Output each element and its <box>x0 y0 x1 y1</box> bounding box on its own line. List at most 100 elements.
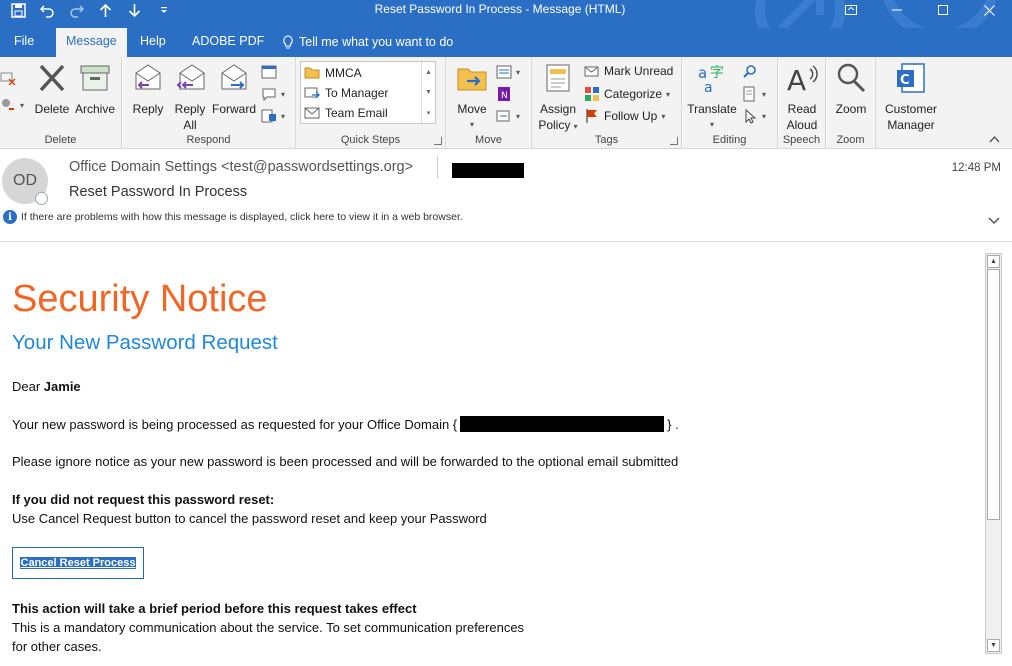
reply-all-icon <box>176 64 205 90</box>
tell-me-search[interactable]: Tell me what you want to do <box>274 28 461 57</box>
assign-policy-button[interactable]: Assign Policy ▾ <box>536 61 580 135</box>
quick-step-mmca[interactable]: MMCA <box>301 63 421 83</box>
quick-step-to-manager[interactable]: To Manager <box>301 83 421 103</box>
zoom-button[interactable]: Zoom <box>829 61 873 117</box>
reply-all-label-line2: All <box>183 118 197 132</box>
reply-icon <box>135 64 161 90</box>
related-icon <box>743 86 755 102</box>
message-header: OD Office Domain Settings <test@password… <box>0 150 1012 242</box>
tab-file[interactable]: File <box>6 28 42 57</box>
actions-button[interactable]: ▾ <box>496 106 520 126</box>
quick-steps-launcher-icon[interactable] <box>434 137 442 145</box>
processing-line-prefix: Your new password is being processed as … <box>12 417 458 432</box>
scroll-down-icon[interactable]: ▼ <box>987 639 1000 652</box>
related-button[interactable]: ▾ <box>742 84 766 104</box>
mark-unread-button[interactable]: Mark Unread <box>584 61 673 81</box>
archive-button[interactable]: Archive <box>73 61 117 117</box>
read-aloud-label-line1: Read <box>787 102 817 116</box>
read-aloud-button[interactable]: A Read Aloud <box>780 61 824 133</box>
meeting-icon <box>261 65 277 79</box>
svg-text:字: 字 <box>710 65 724 81</box>
collapse-ribbon-icon[interactable] <box>989 134 1000 146</box>
delete-group: ▾ Delete Archive Delete <box>0 57 122 149</box>
quick-steps-scroll[interactable]: ▲ ▼ ▾ <box>421 62 435 123</box>
cleanup-button[interactable]: ▾ <box>0 95 24 115</box>
tell-me-label: Tell me what you want to do <box>299 35 454 49</box>
follow-up-button[interactable]: Follow Up ▾ <box>584 106 665 126</box>
lightbulb-icon <box>283 35 293 49</box>
more-respond-button[interactable]: ▾ <box>261 106 285 126</box>
received-time: 12:48 PM <box>951 162 1001 174</box>
speech-group: A Read Aloud Speech <box>778 57 826 149</box>
subject: Reset Password In Process <box>69 184 248 200</box>
svg-text:N: N <box>501 91 508 101</box>
flag-icon <box>586 109 597 123</box>
folder-icon <box>304 67 320 79</box>
select-button[interactable]: ▾ <box>742 106 766 126</box>
im-button[interactable]: ▾ <box>261 84 285 104</box>
move-group-label: Move <box>475 134 502 146</box>
ignore-button[interactable] <box>0 67 16 87</box>
zoom-label: Zoom <box>835 102 867 116</box>
sender[interactable]: Office Domain Settings <test@passwordset… <box>69 159 413 175</box>
forward-mail-icon <box>304 87 320 99</box>
scroll-up-icon[interactable]: ▲ <box>987 255 1000 268</box>
cancel-reset-button[interactable]: Cancel Reset Process <box>12 547 144 579</box>
maximize-icon[interactable] <box>920 0 966 20</box>
meeting-button[interactable] <box>261 62 277 82</box>
onenote-button[interactable]: N <box>496 84 512 104</box>
translate-icon: a 字a <box>698 64 724 96</box>
reply-all-label-line1: Reply <box>174 102 206 116</box>
greeting: Dear Jamie <box>12 379 81 394</box>
translate-button[interactable]: a字a Translate ▾ <box>686 61 738 133</box>
info-bar[interactable]: i If there are problems with how this me… <box>3 210 463 224</box>
cancel-reset-label: Cancel Reset Process <box>19 557 137 569</box>
assign-policy-icon <box>546 64 570 92</box>
editing-group-label: Editing <box>712 134 747 146</box>
info-bar-text: If there are problems with how this mess… <box>21 211 463 223</box>
ribbon-display-options-icon[interactable] <box>828 0 874 20</box>
reply-all-button[interactable]: Reply All <box>168 61 212 133</box>
close-icon[interactable] <box>966 0 1012 20</box>
quick-step-team-email-label: Team Email <box>325 106 388 120</box>
body-scrollbar[interactable]: ▲ ▼ <box>985 253 1002 654</box>
tab-message[interactable]: Message <box>56 28 127 57</box>
read-aloud-label-line2: Aloud <box>786 118 818 132</box>
scroll-thumb[interactable] <box>987 269 1000 520</box>
categorize-button[interactable]: Categorize ▾ <box>584 84 670 104</box>
editing-group: a字a Translate ▾ ▾ ▾ Editing <box>682 57 778 149</box>
quick-steps-gallery: MMCA To Manager Team Email ▲ ▼ ▾ <box>300 61 436 124</box>
team-email-icon <box>304 107 320 119</box>
delete-button[interactable]: Delete <box>30 61 74 117</box>
svg-text:A: A <box>787 64 806 95</box>
forward-button[interactable]: Forward <box>212 61 256 117</box>
tab-adobe-pdf[interactable]: ADOBE PDF <box>184 28 272 57</box>
select-cursor-icon <box>745 108 757 124</box>
expand-header-icon[interactable] <box>988 214 1000 228</box>
zoom-group: Zoom Zoom <box>826 57 876 149</box>
customer-manager-button[interactable]: C Customer Manager <box>880 61 942 133</box>
tags-group: Assign Policy ▾ Mark Unread Categorize ▾… <box>532 57 682 149</box>
rules-button[interactable]: ▾ <box>496 62 520 82</box>
presence-indicator <box>35 192 48 205</box>
tab-help[interactable]: Help <box>132 28 174 57</box>
more-icon <box>261 109 276 123</box>
tags-launcher-icon[interactable] <box>670 137 678 145</box>
processing-line-suffix: } . <box>667 417 679 432</box>
assign-policy-label-line2: Policy ▾ <box>538 118 578 132</box>
move-label: Move <box>457 102 487 116</box>
quick-step-team-email[interactable]: Team Email <box>301 103 421 123</box>
quick-steps-group-label: Quick Steps <box>340 134 401 146</box>
find-button[interactable] <box>742 62 758 82</box>
footer-heading: This action will take a brief period bef… <box>12 601 417 616</box>
notice-subtitle: Your New Password Request <box>12 331 278 354</box>
rules-icon <box>496 65 512 79</box>
minimize-icon[interactable] <box>874 0 920 20</box>
onenote-icon: N <box>498 87 510 101</box>
move-group: Move ▾ ▾ N ▾ Move <box>446 57 532 149</box>
move-button[interactable]: Move ▾ <box>450 61 494 133</box>
processing-line: Your new password is being processed as … <box>12 416 679 432</box>
delete-group-label: Delete <box>44 134 77 146</box>
reply-button[interactable]: Reply <box>126 61 170 117</box>
mark-unread-icon <box>584 66 599 77</box>
